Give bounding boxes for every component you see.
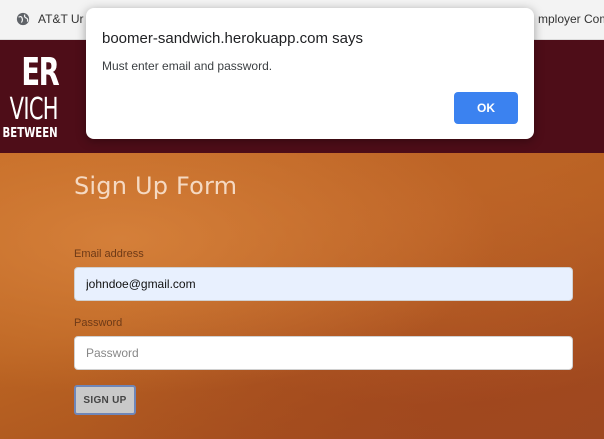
email-input[interactable]: [74, 267, 573, 301]
form-title: Sign Up Form: [74, 172, 238, 200]
bookmark-att[interactable]: AT&T Ur: [16, 12, 84, 26]
alert-dialog: boomer-sandwich.herokuapp.com says Must …: [86, 8, 534, 139]
logo-line-1: ER: [21, 50, 59, 94]
bookmark-att-label: AT&T Ur: [38, 12, 84, 26]
dialog-title: boomer-sandwich.herokuapp.com says: [102, 30, 363, 47]
password-label: Password: [74, 317, 123, 329]
dialog-message: Must enter email and password.: [102, 59, 273, 73]
logo-line-2: VICH: [9, 92, 59, 127]
bookmark-employer[interactable]: mployer Com...: [538, 12, 604, 26]
password-input[interactable]: [74, 336, 573, 370]
sign-up-button[interactable]: SIGN UP: [74, 385, 136, 415]
bookmark-employer-label: mployer Com...: [538, 12, 604, 26]
site-logo[interactable]: ER VICH BETWEEN: [0, 40, 70, 153]
globe-icon: [16, 12, 30, 26]
email-label: Email address: [74, 248, 144, 260]
page: AT&T Ur mployer Com... ER VICH BETWEEN S…: [0, 0, 604, 439]
logo-line-3: BETWEEN: [2, 126, 58, 141]
dialog-ok-button[interactable]: OK: [454, 92, 518, 124]
